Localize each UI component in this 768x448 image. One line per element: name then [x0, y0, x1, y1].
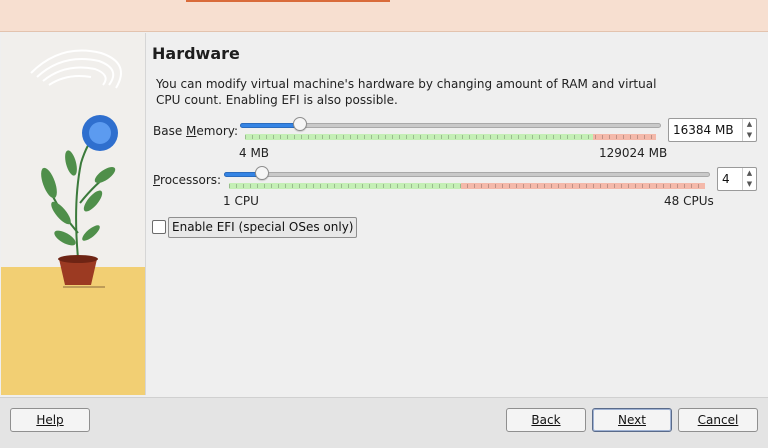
cancel-button[interactable]: Cancel [678, 408, 758, 432]
processors-min-label: 1 CPU [223, 194, 259, 208]
background-window-glimpse [186, 0, 390, 2]
memory-max-label: 129024 MB [599, 146, 668, 160]
processors-max-label: 48 CPUs [664, 194, 714, 208]
page-description: You can modify virtual machine's hardwar… [156, 77, 657, 107]
decrement-icon[interactable]: ▼ [743, 130, 756, 141]
increment-icon[interactable]: ▲ [743, 168, 756, 179]
processors-spinbox[interactable]: 4 ▲ ▼ [717, 167, 757, 191]
memory-spinbox[interactable]: 16384 MB ▲ ▼ [668, 118, 757, 142]
processors-stepper[interactable]: ▲ ▼ [742, 168, 756, 190]
dialog-button-bar: Help Back Next Cancel [0, 397, 768, 448]
memory-range-scale [245, 134, 656, 140]
increment-icon[interactable]: ▲ [743, 119, 756, 130]
flower-pot-illustration [30, 49, 122, 288]
memory-stepper[interactable]: ▲ ▼ [742, 119, 756, 141]
slider-fill [240, 123, 300, 128]
page-title: Hardware [152, 44, 240, 63]
memory-min-label: 4 MB [239, 146, 270, 160]
enable-efi-checkbox[interactable] [152, 220, 166, 234]
window-top-strip [0, 0, 768, 32]
next-button[interactable]: Next [592, 408, 672, 432]
slider-ticks [245, 135, 656, 139]
hardware-dialog: Hardware You can modify virtual machine'… [0, 32, 768, 448]
base-memory-label: Base Memory: [153, 124, 239, 138]
memory-value[interactable]: 16384 MB [673, 123, 734, 137]
processors-range-scale [229, 183, 705, 189]
wizard-sidebar-illustration [1, 33, 146, 395]
slider-ticks [229, 184, 705, 188]
slider-handle[interactable] [255, 166, 269, 180]
processors-slider[interactable] [224, 166, 710, 198]
enable-efi-label[interactable]: Enable EFI (special OSes only) [168, 217, 358, 238]
help-button[interactable]: Help [10, 408, 90, 432]
base-memory-slider[interactable] [240, 117, 661, 149]
back-button[interactable]: Back [506, 408, 586, 432]
slider-handle[interactable] [293, 117, 307, 131]
decrement-icon[interactable]: ▼ [743, 179, 756, 190]
processors-label: Processors: [153, 173, 222, 187]
processors-value[interactable]: 4 [722, 172, 730, 186]
slider-groove [224, 172, 710, 177]
